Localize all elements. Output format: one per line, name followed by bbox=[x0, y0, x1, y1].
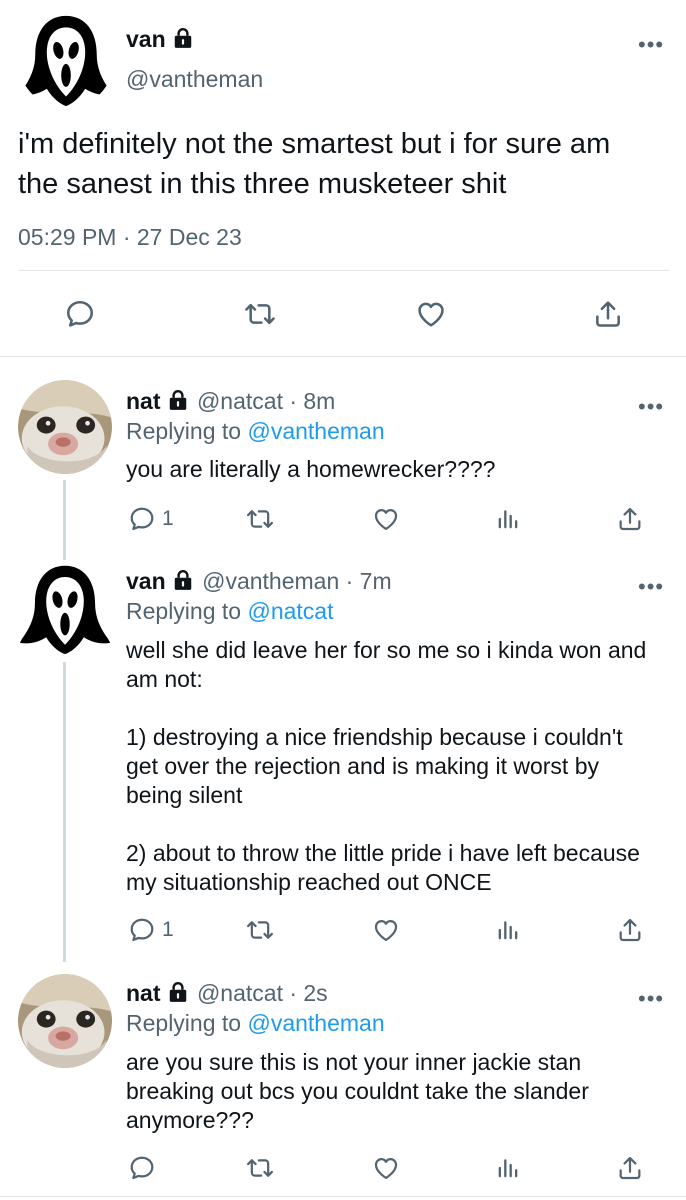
retweet-button[interactable] bbox=[246, 1154, 274, 1182]
reply-text: are you sure this is not your inner jack… bbox=[126, 1049, 596, 1133]
lock-icon bbox=[167, 981, 189, 1003]
retweet-button[interactable] bbox=[246, 505, 274, 533]
share-icon bbox=[616, 916, 644, 944]
replying-to: Replying to @vantheman bbox=[126, 1010, 385, 1037]
mention-link[interactable]: @natcat bbox=[247, 598, 333, 624]
views-button[interactable] bbox=[494, 1154, 522, 1182]
views-button[interactable] bbox=[494, 505, 522, 533]
lock-icon bbox=[167, 389, 189, 411]
thread-line bbox=[63, 480, 66, 560]
retweet-icon bbox=[246, 1154, 274, 1182]
heart-icon bbox=[372, 916, 400, 944]
replying-to-prefix: Replying to bbox=[126, 598, 248, 624]
reply-button[interactable] bbox=[64, 298, 96, 330]
replying-to: Replying to @vantheman bbox=[126, 418, 385, 445]
divider bbox=[18, 270, 670, 271]
author-name[interactable]: nat bbox=[126, 980, 161, 1006]
reply-count: 1 bbox=[162, 918, 174, 941]
retweet-icon bbox=[246, 505, 274, 533]
cat-avatar-icon bbox=[18, 380, 112, 474]
lock-icon bbox=[172, 27, 194, 49]
retweet-button[interactable] bbox=[244, 298, 276, 330]
heart-icon bbox=[372, 505, 400, 533]
ghostface-avatar-icon bbox=[18, 562, 112, 656]
share-button[interactable] bbox=[616, 1154, 644, 1182]
reply-icon bbox=[64, 298, 96, 330]
reply-button[interactable]: 1 bbox=[128, 505, 174, 533]
retweet-icon bbox=[244, 298, 276, 330]
avatar[interactable] bbox=[18, 380, 112, 474]
share-icon bbox=[616, 505, 644, 533]
author-name[interactable]: nat bbox=[126, 388, 161, 414]
reply-count: 1 bbox=[162, 507, 174, 530]
more-options-button[interactable]: ••• bbox=[638, 576, 664, 598]
share-icon bbox=[592, 298, 624, 330]
more-options-button[interactable]: ••• bbox=[638, 988, 664, 1010]
reply-header: van @vantheman · 7m bbox=[126, 568, 392, 595]
reply-icon bbox=[128, 505, 156, 533]
divider bbox=[0, 1196, 686, 1197]
mention-link[interactable]: @vantheman bbox=[247, 418, 384, 444]
like-button[interactable] bbox=[372, 505, 400, 533]
heart-icon bbox=[415, 298, 447, 330]
thread-line bbox=[63, 662, 66, 962]
reply-text: you are literally a homewrecker???? bbox=[126, 456, 496, 482]
author-handle-time[interactable]: @natcat · 8m bbox=[197, 388, 335, 414]
reply-button[interactable]: 1 bbox=[128, 916, 174, 944]
analytics-icon bbox=[494, 916, 522, 944]
avatar[interactable] bbox=[18, 12, 114, 108]
reply-icon bbox=[128, 1154, 156, 1182]
ghostface-avatar-icon bbox=[18, 12, 114, 108]
lock-icon bbox=[172, 569, 194, 591]
reply-icon bbox=[128, 916, 156, 944]
like-button[interactable] bbox=[415, 298, 447, 330]
author-name[interactable]: van bbox=[126, 568, 166, 594]
avatar[interactable] bbox=[18, 974, 112, 1068]
author-name[interactable]: van bbox=[126, 26, 194, 53]
share-button[interactable] bbox=[592, 298, 624, 330]
like-button[interactable] bbox=[372, 916, 400, 944]
analytics-icon bbox=[494, 505, 522, 533]
reply-header: nat @natcat · 8m bbox=[126, 388, 335, 415]
more-options-button[interactable]: ••• bbox=[638, 34, 664, 56]
divider bbox=[0, 356, 686, 357]
mention-link[interactable]: @vantheman bbox=[247, 1010, 384, 1036]
author-handle[interactable]: @vantheman bbox=[126, 66, 263, 93]
analytics-icon bbox=[494, 1154, 522, 1182]
tweet-timestamp[interactable]: 05:29 PM · 27 Dec 23 bbox=[18, 224, 242, 251]
share-button[interactable] bbox=[616, 505, 644, 533]
reply-text: well she did leave her for so me so i ki… bbox=[126, 637, 647, 895]
heart-icon bbox=[372, 1154, 400, 1182]
tweet-text: i'm definitely not the smartest but i fo… bbox=[18, 128, 619, 200]
reply-button[interactable] bbox=[128, 1154, 162, 1182]
replying-to: Replying to @natcat bbox=[126, 598, 333, 625]
like-button[interactable] bbox=[372, 1154, 400, 1182]
share-icon bbox=[616, 1154, 644, 1182]
author-handle-time[interactable]: @natcat · 2s bbox=[197, 980, 328, 1006]
replying-to-prefix: Replying to bbox=[126, 1010, 248, 1036]
more-options-button[interactable]: ••• bbox=[638, 396, 664, 418]
reply-header: nat @natcat · 2s bbox=[126, 980, 328, 1007]
author-name-text: van bbox=[126, 26, 166, 52]
replying-to-prefix: Replying to bbox=[126, 418, 248, 444]
avatar[interactable] bbox=[18, 562, 112, 656]
cat-avatar-icon bbox=[18, 974, 112, 1068]
views-button[interactable] bbox=[494, 916, 522, 944]
share-button[interactable] bbox=[616, 916, 644, 944]
retweet-icon bbox=[246, 916, 274, 944]
author-handle-time[interactable]: @vantheman · 7m bbox=[202, 568, 392, 594]
retweet-button[interactable] bbox=[246, 916, 274, 944]
